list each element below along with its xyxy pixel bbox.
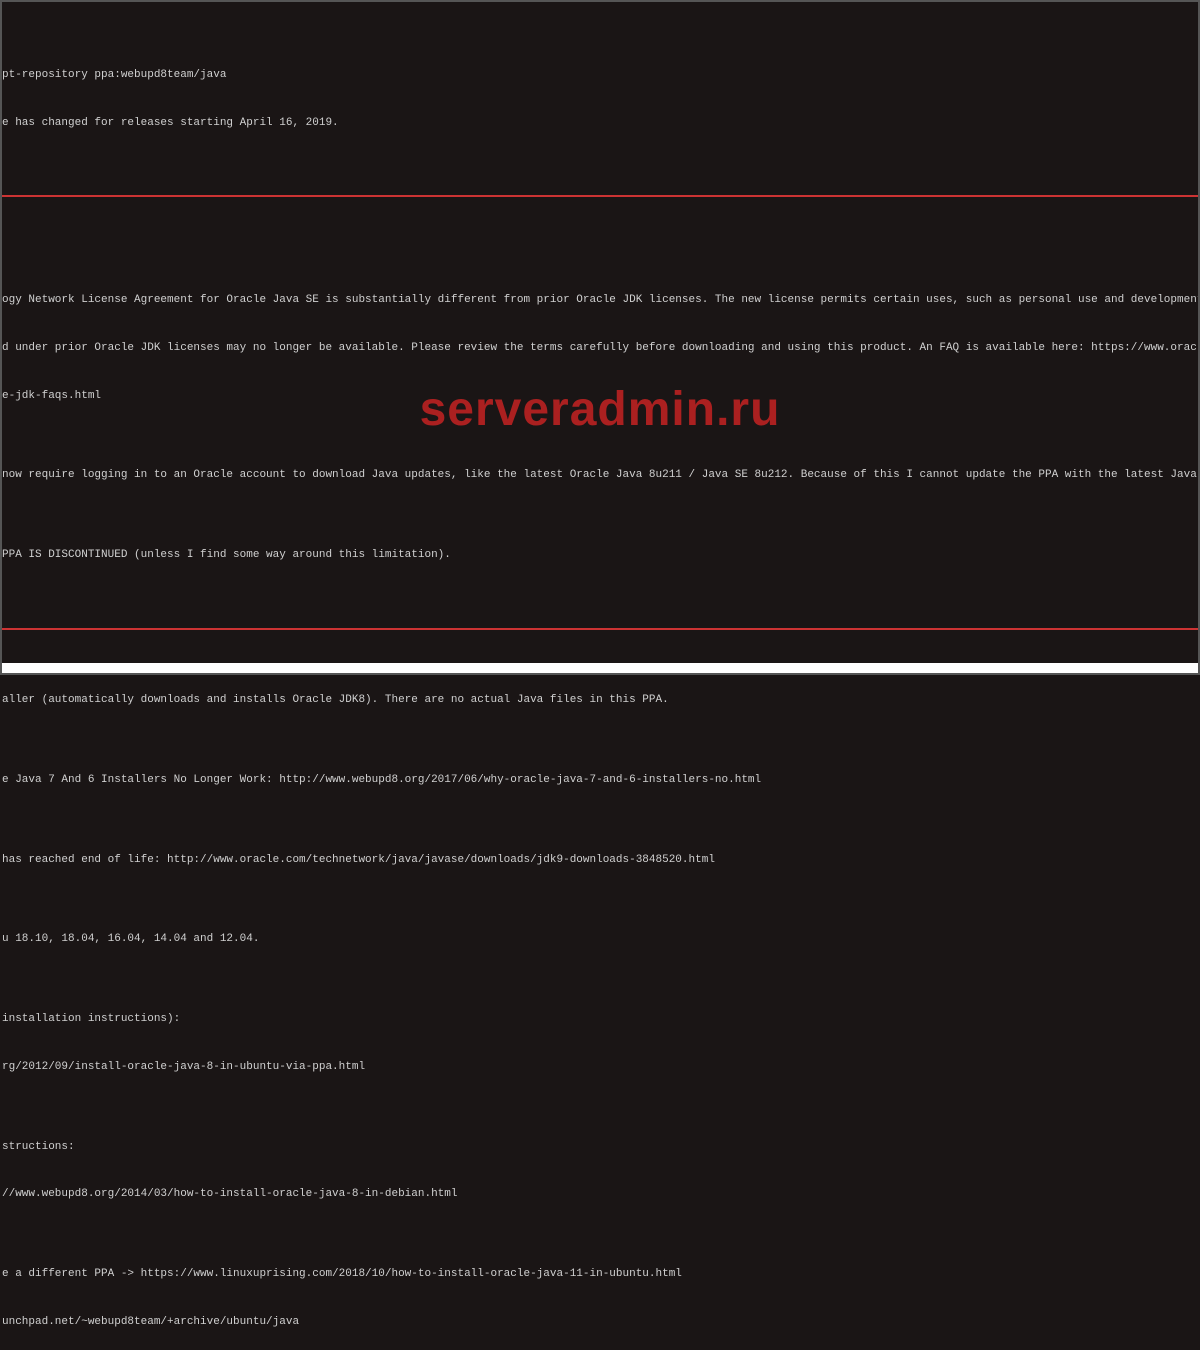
terminal-line: now require logging in to an Oracle acco… bbox=[2, 468, 1198, 484]
terminal-line: pt-repository ppa:webupd8team/java bbox=[2, 68, 1198, 84]
terminal-line: u 18.10, 18.04, 16.04, 14.04 and 12.04. bbox=[2, 932, 1198, 948]
separator-line bbox=[2, 628, 1198, 630]
terminal-line: e has changed for releases starting Apri… bbox=[2, 116, 1198, 132]
terminal-line: has reached end of life: http://www.orac… bbox=[2, 853, 1198, 869]
terminal-line: //www.webupd8.org/2014/03/how-to-install… bbox=[2, 1187, 1198, 1203]
terminal-line: e-jdk-faqs.html bbox=[2, 389, 1198, 405]
terminal-line: installation instructions): bbox=[2, 1012, 1198, 1028]
terminal-line: aller (automatically downloads and insta… bbox=[2, 693, 1198, 709]
terminal-line: e a different PPA -> https://www.linuxup… bbox=[2, 1267, 1198, 1283]
terminal-section-3: aller (automatically downloads and insta… bbox=[2, 661, 1198, 1350]
separator-line bbox=[2, 195, 1198, 197]
terminal-line: rg/2012/09/install-oracle-java-8-in-ubun… bbox=[2, 1060, 1198, 1076]
terminal-line: structions: bbox=[2, 1140, 1198, 1156]
terminal-line: unchpad.net/~webupd8team/+archive/ubuntu… bbox=[2, 1315, 1198, 1331]
terminal-line: ogy Network License Agreement for Oracle… bbox=[2, 293, 1198, 309]
terminal-line: e Java 7 And 6 Installers No Longer Work… bbox=[2, 773, 1198, 789]
terminal-output[interactable]: pt-repository ppa:webupd8team/java e has… bbox=[2, 2, 1198, 1350]
bottom-bar bbox=[2, 663, 1198, 673]
terminal-section-2: ogy Network License Agreement for Oracle… bbox=[2, 229, 1198, 596]
terminal-line: d under prior Oracle JDK licenses may no… bbox=[2, 341, 1198, 357]
terminal-section-1: pt-repository ppa:webupd8team/java e has… bbox=[2, 36, 1198, 164]
terminal-line: PPA IS DISCONTINUED (unless I find some … bbox=[2, 548, 1198, 564]
